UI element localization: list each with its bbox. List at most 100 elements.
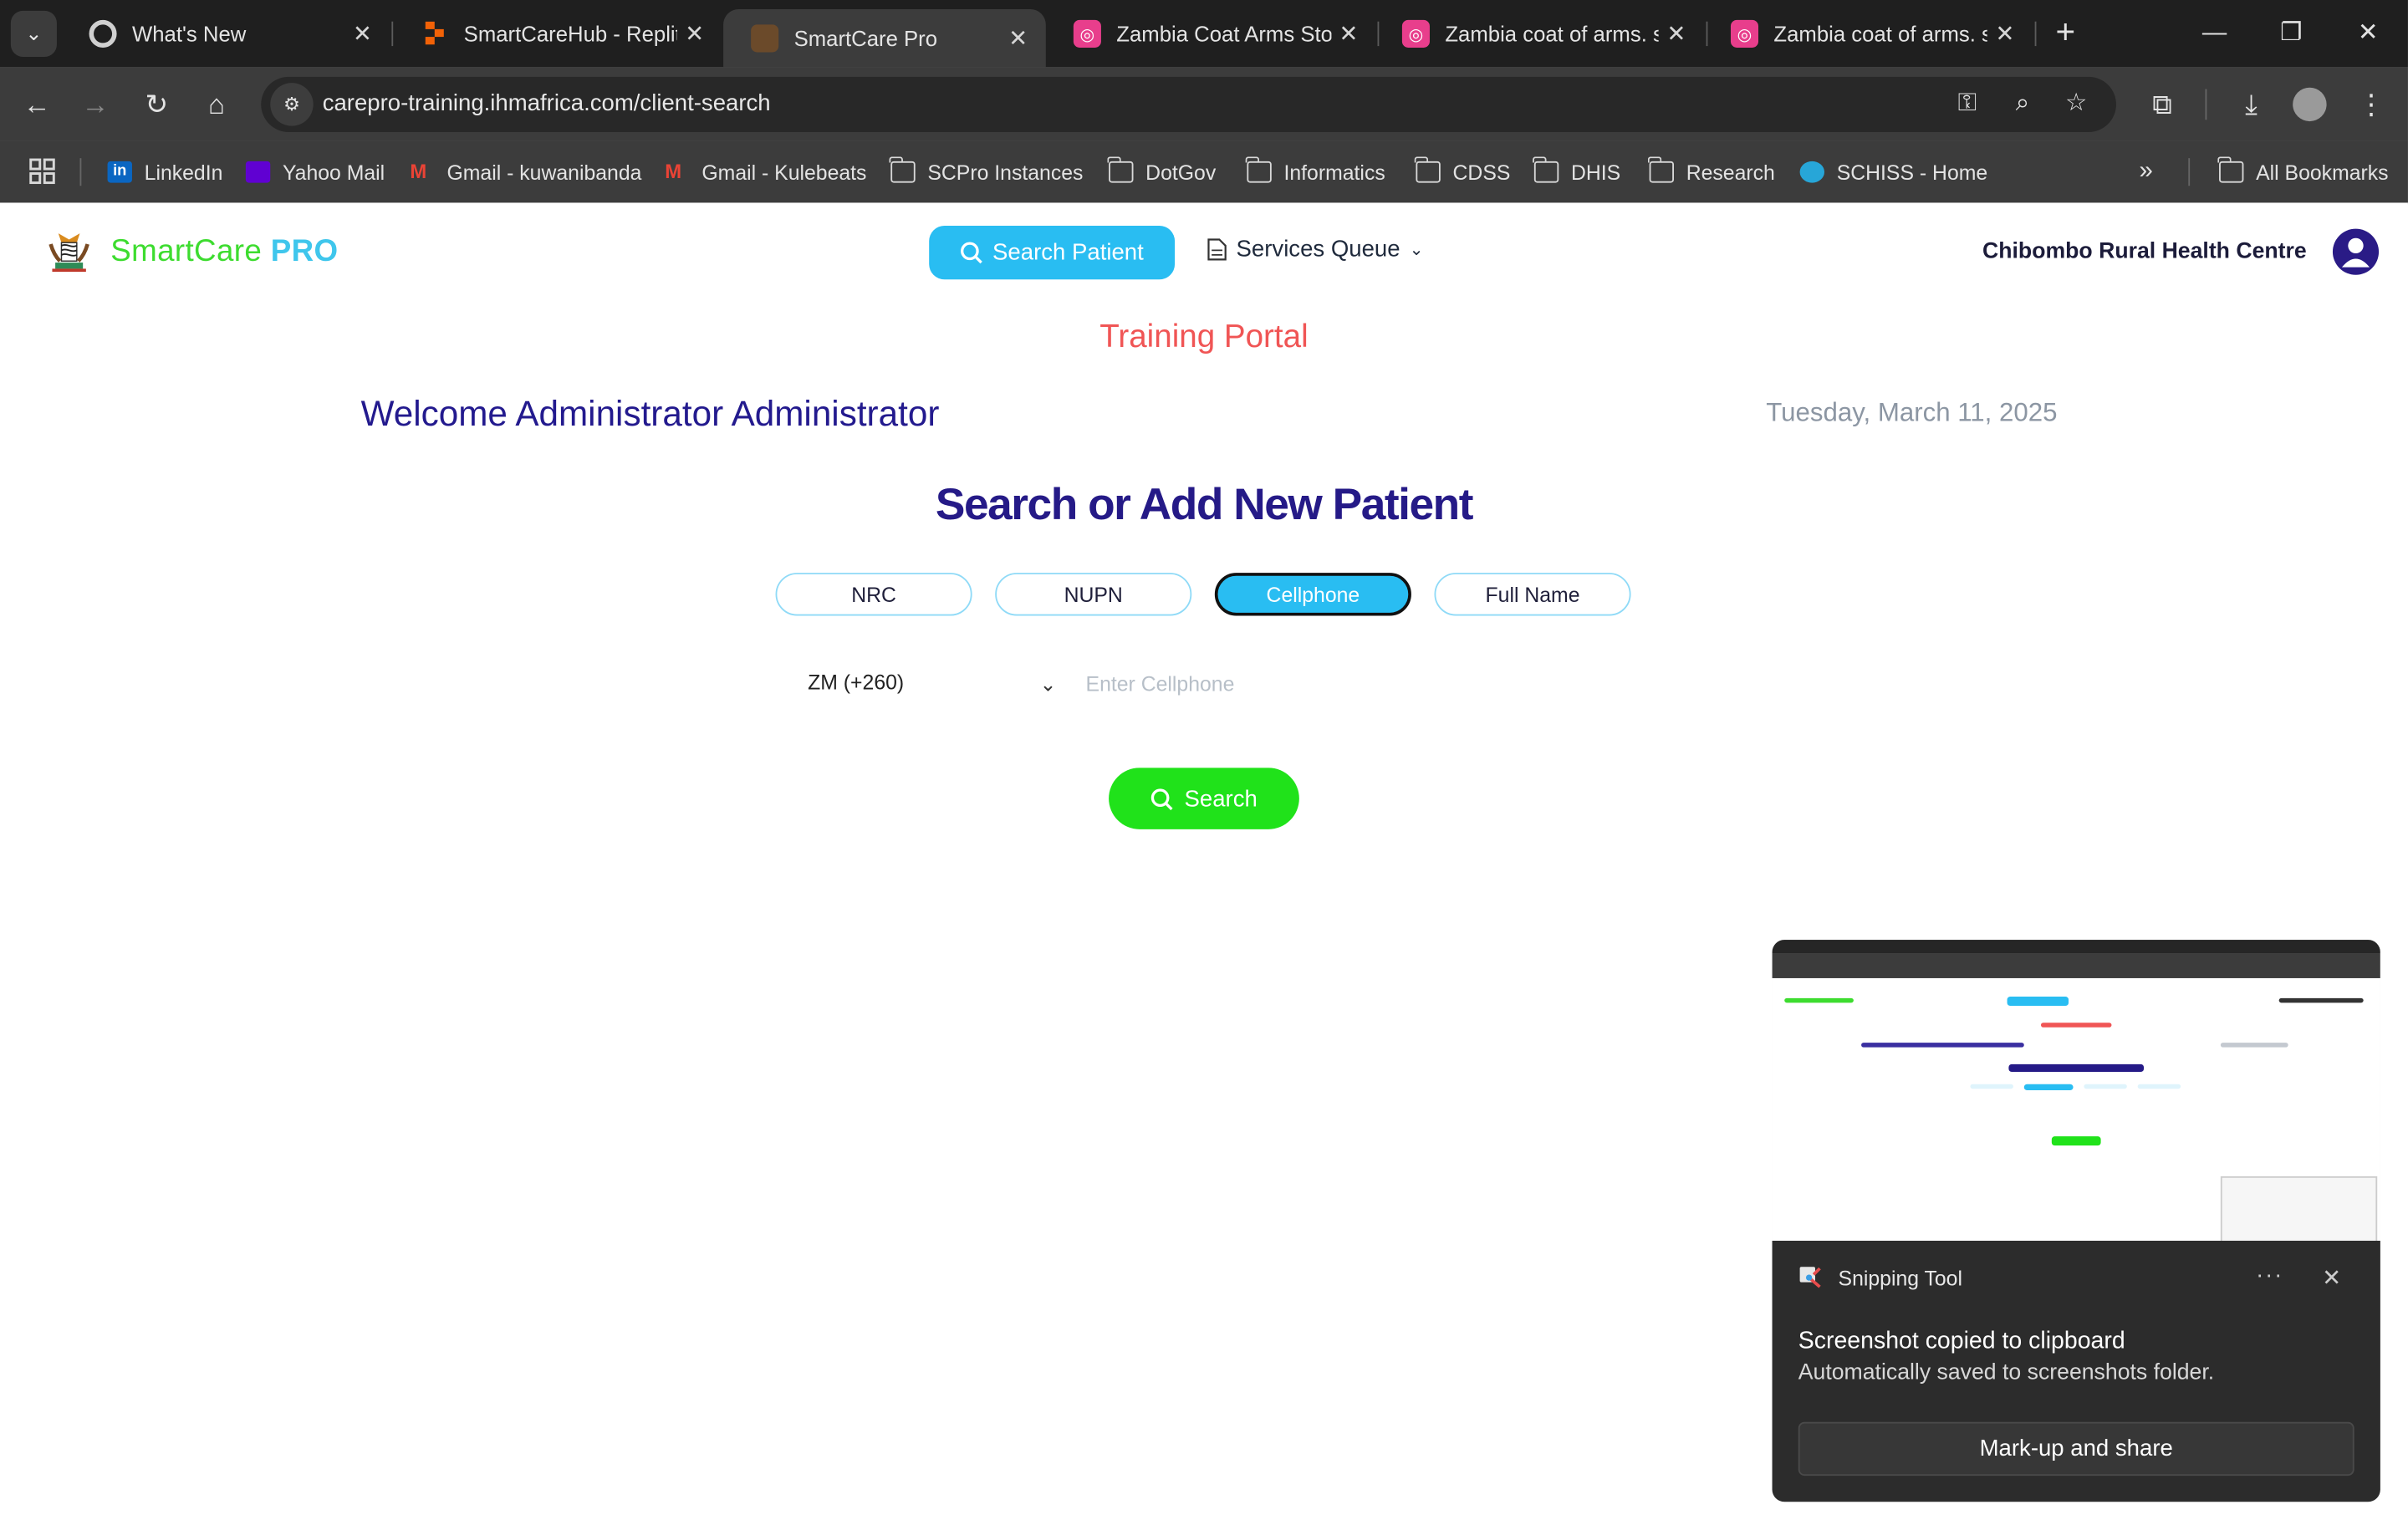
gmail-icon: M <box>665 160 682 183</box>
bookmark-yahoo-mail[interactable]: Yahoo Mail <box>245 156 385 189</box>
apps-grid-icon[interactable] <box>29 156 57 189</box>
close-icon[interactable]: ✕ <box>1000 24 1037 52</box>
thumbnail-portal <box>2040 1023 2112 1028</box>
zambia-coat-icon <box>751 24 779 53</box>
bookmark-gmail-kuwanibanda[interactable]: M Gmail - kuwanibanda <box>410 156 641 189</box>
close-icon[interactable]: ✕ <box>2322 1264 2341 1291</box>
markup-and-share-label: Mark-up and share <box>1979 1436 2173 1462</box>
bookmark-label: CDSS <box>1452 160 1511 184</box>
thumbnail-nav-button <box>2007 997 2069 1007</box>
markup-and-share-button[interactable]: Mark-up and share <box>1798 1421 2354 1477</box>
current-date: Tuesday, March 11, 2025 <box>1766 397 2058 427</box>
browser-toolbar: ← → ↻ ⌂ ⚙ carepro-training.ihmafrica.com… <box>0 67 2408 141</box>
zoom-icon[interactable]: ⌕ <box>2006 88 2039 121</box>
bookmark-linkedin[interactable]: in LinkedIn <box>107 156 222 189</box>
download-icon[interactable]: ⤓ <box>2230 83 2273 125</box>
bookmark-label: SCPro Instances <box>927 160 1084 184</box>
forward-arrow-icon[interactable]: → <box>74 83 116 125</box>
tab-title: Zambia coat of arms. st <box>1445 21 1659 47</box>
browser-tab-strip: ⌄ What's New ✕ SmartCareHub - Replit ✕ S… <box>0 0 2408 68</box>
bookmark-folder-dhis[interactable]: DHIS <box>1533 156 1620 189</box>
all-bookmarks-button[interactable]: All Bookmarks <box>2217 156 2389 189</box>
folder-icon <box>2217 156 2244 183</box>
logo-text-pro: PRO <box>262 234 339 268</box>
reload-icon[interactable]: ↻ <box>135 83 178 125</box>
site-info-icon[interactable]: ⚙ <box>270 83 314 126</box>
thumbnail-search-button <box>2051 1136 2101 1146</box>
search-type-full-name-button[interactable]: Full Name <box>1434 573 1631 616</box>
tab-zambia-coat-of-arms-2[interactable]: ◎ Zambia coat of arms. st ✕ <box>1703 0 2032 68</box>
tab-smartcare-pro[interactable]: SmartCare Pro ✕ <box>723 9 1046 68</box>
bookmark-gmail-kulebeats[interactable]: M Gmail - Kulebeats <box>665 156 866 189</box>
replit-icon <box>421 20 448 48</box>
thumbnail-welcome <box>1861 1043 2024 1048</box>
search-icon <box>1151 788 1174 810</box>
tab-zambia-coat-arms-stock[interactable]: ◎ Zambia Coat Arms Stock ✕ <box>1046 0 1375 68</box>
screenshot-thumbnail[interactable] <box>1772 940 2380 1242</box>
smartcare-logo[interactable]: SmartCare PRO <box>46 231 338 273</box>
bookmark-label: SCHISS - Home <box>1836 160 1988 184</box>
bookmark-label: Gmail - kuwanibanda <box>446 160 642 184</box>
tab-search-button[interactable]: ⌄ <box>10 10 57 57</box>
bookmark-label: Gmail - Kulebeats <box>701 160 867 184</box>
url-text[interactable]: carepro-training.ihmafrica.com/client-se… <box>323 90 771 116</box>
close-icon[interactable]: ✕ <box>1987 20 2023 48</box>
bookmark-folder-informatics[interactable]: Informatics <box>1246 156 1385 189</box>
schiss-icon <box>1799 161 1824 183</box>
tab-title: SmartCare Pro <box>793 26 938 51</box>
bookmark-folder-dotgov[interactable]: DotGov <box>1107 156 1216 189</box>
profile-avatar-icon[interactable] <box>2288 83 2331 125</box>
bookmarks-divider <box>79 158 82 186</box>
thumbnail-pill <box>2084 1084 2127 1089</box>
country-code-value: ZM (+260) <box>808 671 905 695</box>
menu-kebab-icon[interactable]: ⋮ <box>2349 83 2392 125</box>
bookmark-folder-scpro-instances[interactable]: SCPro Instances <box>890 156 1083 189</box>
close-icon[interactable]: ✕ <box>1659 20 1694 48</box>
password-key-icon[interactable]: ⚿ <box>1951 88 1984 121</box>
bookmark-star-icon[interactable]: ☆ <box>2059 88 2093 121</box>
search-type-nrc-button[interactable]: NRC <box>775 573 972 616</box>
search-type-cellphone-button[interactable]: Cellphone <box>1214 573 1411 616</box>
nav-search-patient-label: Search Patient <box>992 239 1144 266</box>
bookmark-folder-research[interactable]: Research <box>1648 156 1775 189</box>
bookmark-schiss-home[interactable]: SCHISS - Home <box>1799 156 1988 189</box>
thumbnail-toolbar <box>1772 953 2380 978</box>
bookmarks-bar: in LinkedIn Yahoo Mail M Gmail - kuwanib… <box>0 140 2408 205</box>
search-type-label: Cellphone <box>1266 583 1360 606</box>
bookmarks-divider <box>2188 158 2191 186</box>
home-icon[interactable]: ⌂ <box>195 83 237 125</box>
tab-title: Zambia Coat Arms Stock <box>1116 21 1332 47</box>
tab-whats-new[interactable]: What's New ✕ <box>61 0 390 68</box>
bookmark-folder-cdss[interactable]: CDSS <box>1415 156 1511 189</box>
restore-icon[interactable]: ❐ <box>2270 13 2313 55</box>
logo-text-smartcare: SmartCare <box>110 234 263 268</box>
snipping-tool-icon <box>1799 1267 1821 1288</box>
nav-services-queue-dropdown[interactable]: Services Queue ⌄ <box>1207 237 1424 263</box>
thumbnail-pill <box>2137 1084 2181 1089</box>
portal-label: Training Portal <box>1099 319 1309 355</box>
zambia-coat-of-arms-icon <box>48 233 89 273</box>
address-bar[interactable]: ⚙ carepro-training.ihmafrica.com/client-… <box>261 76 2116 132</box>
gmail-icon: M <box>410 160 427 183</box>
bookmarks-overflow-button[interactable]: » <box>2140 156 2153 189</box>
notification-app-name: Snipping Tool <box>1838 1267 1962 1290</box>
close-icon[interactable]: ✕ <box>344 20 380 48</box>
search-type-label: NUPN <box>1064 583 1123 606</box>
new-tab-plus-icon[interactable]: + <box>2047 14 2084 52</box>
tab-title: SmartCareHub - Replit <box>463 21 677 47</box>
more-options-icon[interactable]: ··· <box>2256 1262 2283 1288</box>
tab-zambia-coat-of-arms-1[interactable]: ◎ Zambia coat of arms. st ✕ <box>1375 0 1703 68</box>
window-close-icon[interactable]: ✕ <box>2346 13 2389 55</box>
extensions-icon[interactable]: ⧉ <box>2140 83 2183 125</box>
minimize-icon[interactable]: — <box>2193 13 2236 55</box>
close-icon[interactable]: ✕ <box>676 20 712 48</box>
back-arrow-icon[interactable]: ← <box>15 83 58 125</box>
nav-search-patient-button[interactable]: Search Patient <box>929 225 1176 280</box>
cellphone-input[interactable] <box>1074 663 1393 704</box>
chevron-down-icon: ⌄ <box>1409 241 1424 260</box>
close-icon[interactable]: ✕ <box>1332 20 1365 48</box>
search-button[interactable]: Search <box>1109 768 1299 829</box>
user-avatar-icon[interactable] <box>2332 228 2380 275</box>
search-type-nupn-button[interactable]: NUPN <box>995 573 1192 616</box>
tab-smartcarehub-replit[interactable]: SmartCareHub - Replit ✕ <box>393 0 722 68</box>
